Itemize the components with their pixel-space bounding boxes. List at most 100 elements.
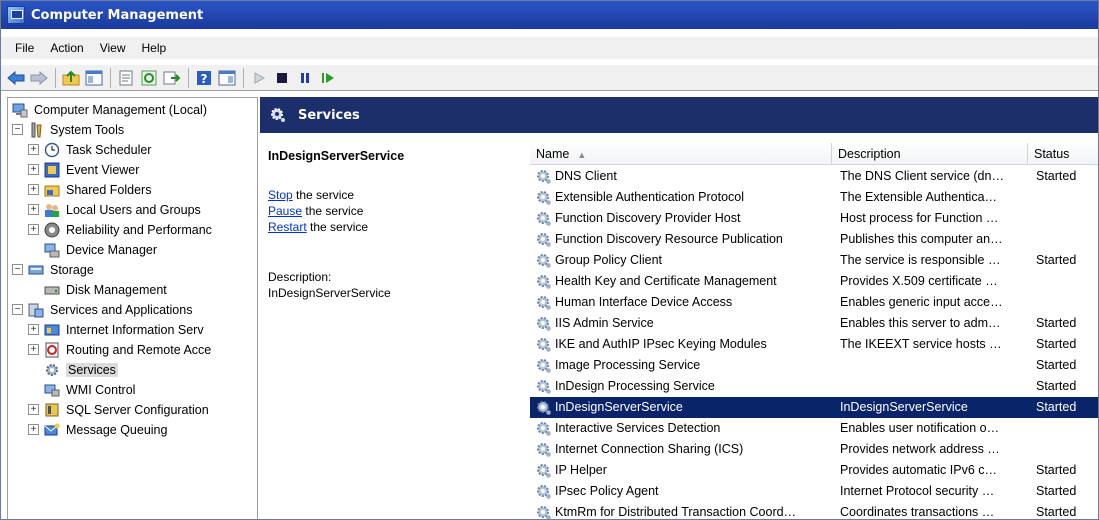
tree-item-task-scheduler[interactable]: + Task Scheduler [28,140,151,159]
restart-service-link[interactable]: Restart [268,220,307,234]
tree-item-shared-folders[interactable]: + Shared Folders [28,180,151,199]
tree-item-wmi-control[interactable]: WMI Control [44,380,135,399]
tree-item-device-manager[interactable]: Device Manager [44,240,157,259]
service-row[interactable]: KtmRm for Distributed Transaction Coord…… [530,502,1098,519]
service-row[interactable]: Image Processing Service Started [530,355,1098,376]
tree-item-services[interactable]: Services [44,360,118,379]
service-description: Enables generic input acce… [840,295,1003,309]
expand-toggle[interactable]: + [28,224,39,235]
tree-label: Computer Management (Local) [34,102,207,117]
stop-service-link[interactable]: Stop [268,188,293,202]
expand-toggle[interactable]: + [28,184,39,195]
forward-icon[interactable] [28,67,50,89]
service-row[interactable]: Function Discovery Provider Host Host pro… [530,208,1098,229]
expand-toggle[interactable]: + [28,324,39,335]
menu-help[interactable]: Help [134,39,175,57]
service-status [1030,418,1098,439]
tree-item-computer-management[interactable]: Computer Management (Local) [12,100,207,119]
resume-icon[interactable] [317,67,339,89]
expand-toggle[interactable]: + [28,404,39,415]
collapse-toggle[interactable]: − [12,264,23,275]
service-name-cell: InDesign Processing Service [532,376,832,397]
service-row[interactable]: InDesign Processing Service Started [530,376,1098,397]
tree-item-disk-management[interactable]: Disk Management [44,280,167,299]
back-icon[interactable] [5,67,27,89]
expand-toggle[interactable]: + [28,424,39,435]
column-header-description[interactable]: Description [832,143,1028,165]
service-name-cell: IKE and AuthIP IPsec Keying Modules [532,334,832,355]
tree-item-routing-remote-access[interactable]: + Routing and Remote Acce [28,340,211,359]
service-name-cell: Extensible Authentication Protocol [532,187,832,208]
collapse-toggle[interactable]: − [12,124,23,135]
event-viewer-icon [44,162,60,178]
column-header-name[interactable]: Name ▲ [530,143,832,165]
service-row[interactable]: Health Key and Certificate Management Pro… [530,271,1098,292]
service-row[interactable]: IIS Admin Service Enables this server to … [530,313,1098,334]
show-hide-action-pane-icon[interactable] [216,67,238,89]
service-row[interactable]: DNS Client The DNS Client service (dn… Sta… [530,166,1098,187]
service-name-cell: IP Helper [532,460,832,481]
services-pane: Services InDesignServerService Stop the … [260,97,1098,519]
iis-icon [44,322,60,338]
show-hide-tree-icon[interactable] [83,67,105,89]
column-header-status[interactable]: Status [1028,143,1098,165]
service-name-cell: Function Discovery Provider Host [532,208,832,229]
tree-item-services-applications[interactable]: − Services and Applications [12,300,192,319]
service-row[interactable]: IKE and AuthIP IPsec Keying Modules The I… [530,334,1098,355]
pause-icon[interactable] [294,67,316,89]
service-row[interactable]: IP Helper Provides automatic IPv6 c… Start… [530,460,1098,481]
description-value: InDesignServerService [268,286,391,300]
service-row[interactable]: Extensible Authentication Protocol The Ex… [530,187,1098,208]
export-list-icon[interactable] [161,67,183,89]
tree-item-message-queuing[interactable]: + Message Queuing [28,420,167,439]
selected-service-name: InDesignServerService [268,149,405,163]
properties-icon[interactable] [115,67,137,89]
expand-toggle[interactable]: + [28,144,39,155]
services-header-icon [270,107,286,123]
refresh-icon[interactable] [138,67,160,89]
services-applications-icon [28,302,44,318]
collapse-toggle[interactable]: − [12,304,23,315]
service-row[interactable]: InDesignServerService InDesignServerServi… [530,397,1098,418]
tree-item-local-users-groups[interactable]: + Local Users and Groups [28,200,201,219]
service-status: Started [1036,337,1077,351]
service-row[interactable]: Group Policy Client The service is respon… [530,250,1098,271]
expand-toggle[interactable]: + [28,164,39,175]
expand-toggle[interactable]: + [28,204,39,215]
service-status: Started [1036,505,1077,519]
stop-icon[interactable] [271,67,293,89]
service-gear-icon [536,379,552,395]
tree-item-sql-server-configuration[interactable]: + SQL Server Configuration [28,400,209,419]
tree-item-iis[interactable]: + Internet Information Serv [28,320,204,339]
title-bar[interactable]: Computer Management [1,1,1098,29]
service-status: Started [1036,400,1077,414]
tree-item-reliability-performance[interactable]: + Reliability and Performanc [28,220,212,239]
tree-item-storage[interactable]: − Storage [12,260,94,279]
service-row[interactable]: Interactive Services Detection Enables us… [530,418,1098,439]
help-icon[interactable]: ? [193,67,215,89]
description-label: Description: [268,270,332,284]
service-gear-icon [536,169,552,185]
start-icon[interactable] [248,67,270,89]
service-status: Started [1036,463,1077,477]
pause-service-link[interactable]: Pause [268,204,302,218]
service-status [1030,229,1098,250]
service-gear-icon [536,505,552,519]
menu-action[interactable]: Action [42,39,91,57]
svg-text:?: ? [201,72,208,86]
menu-view[interactable]: View [92,39,134,57]
service-gear-icon [536,337,552,353]
header-curve [522,133,1098,141]
tree-item-system-tools[interactable]: − System Tools [12,120,124,139]
service-row[interactable]: Human Interface Device Access Enables gen… [530,292,1098,313]
service-row[interactable]: Function Discovery Resource Publication P… [530,229,1098,250]
service-row[interactable]: Internet Connection Sharing (ICS) Provide… [530,439,1098,460]
expand-toggle[interactable]: + [28,344,39,355]
tree-item-event-viewer[interactable]: + Event Viewer [28,160,139,179]
tree-label: Routing and Remote Acce [66,342,212,357]
menu-file[interactable]: File [7,39,42,57]
service-gear-icon [536,484,552,500]
service-row[interactable]: IPsec Policy Agent Internet Protocol secu… [530,481,1098,502]
action-text: the service [292,188,355,202]
up-folder-icon[interactable] [60,67,82,89]
